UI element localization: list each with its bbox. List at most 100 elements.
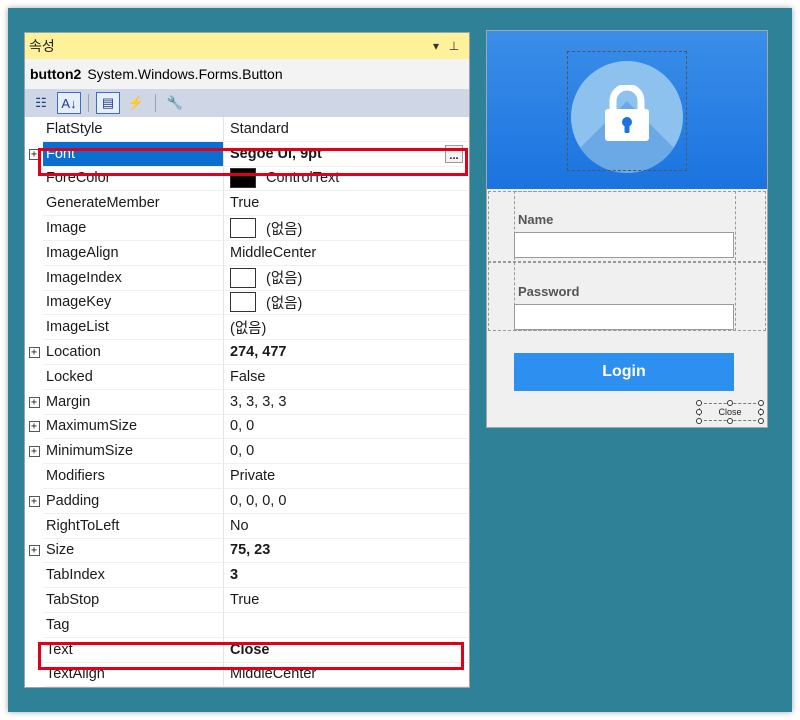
properties-title-bar: 속성 ▾ ⊥ [25, 33, 469, 59]
row-gutter [25, 588, 43, 613]
properties-icon[interactable]: ▤ [96, 92, 120, 114]
resize-handle[interactable] [758, 400, 764, 406]
property-row[interactable]: + MinimumSize 0, 0 [25, 439, 469, 465]
property-row[interactable]: ImageAlign MiddleCenter [25, 240, 469, 266]
login-button[interactable]: Login [514, 353, 734, 391]
property-value[interactable]: 75, 23 [223, 538, 469, 564]
property-value[interactable]: (없음) [223, 216, 469, 241]
property-value-text: 3, 3, 3, 3 [230, 393, 287, 410]
name-field[interactable] [514, 232, 734, 258]
row-gutter [25, 291, 43, 316]
property-row[interactable]: + Size 75, 23 [25, 538, 469, 564]
property-row[interactable]: Locked False [25, 364, 469, 390]
property-row[interactable]: TabIndex 3 [25, 563, 469, 589]
expand-icon[interactable]: + [25, 390, 43, 415]
expand-icon[interactable]: + [25, 415, 43, 440]
categorized-icon[interactable]: ☷ [29, 92, 53, 114]
toolbar-separator [88, 94, 89, 112]
property-value[interactable]: MiddleCenter [223, 240, 469, 266]
row-gutter [25, 216, 43, 241]
property-name: FlatStyle [43, 117, 223, 142]
property-value[interactable]: False [223, 364, 469, 390]
property-value[interactable]: (없음) [223, 290, 469, 316]
property-value[interactable]: 3, 3, 3, 3 [223, 389, 469, 415]
row-gutter [25, 464, 43, 489]
property-name: Modifiers [43, 464, 223, 489]
property-value-text: Private [230, 468, 276, 485]
property-name: ImageList [43, 315, 223, 341]
property-row[interactable]: ImageIndex (없음) [25, 265, 469, 291]
password-label: Password [518, 284, 580, 299]
toolbar-separator [155, 94, 156, 112]
property-value[interactable]: 0, 0 [223, 414, 469, 440]
property-row[interactable]: + Margin 3, 3, 3, 3 [25, 389, 469, 415]
color-swatch [230, 218, 256, 239]
property-value[interactable]: (없음) [223, 315, 469, 341]
resize-handle[interactable] [727, 418, 733, 424]
property-value[interactable] [223, 612, 469, 638]
resize-handle[interactable] [696, 418, 702, 424]
expand-icon[interactable]: + [25, 340, 43, 365]
resize-handle[interactable] [696, 400, 702, 406]
property-row[interactable]: + MaximumSize 0, 0 [25, 414, 469, 440]
pin-icon[interactable]: ⊥ [445, 39, 463, 53]
object-type: System.Windows.Forms.Button [87, 66, 283, 82]
row-gutter [25, 613, 43, 638]
property-value-text: True [230, 592, 260, 609]
property-value-text: False [230, 368, 266, 385]
property-value[interactable]: 0, 0 [223, 439, 469, 465]
property-grid: FlatStyle Standard + Font Segoe UI, 9pt... Fo… [25, 117, 469, 687]
property-row[interactable]: RightToLeft No [25, 513, 469, 539]
resize-handle[interactable] [696, 409, 702, 415]
property-row[interactable]: + Padding 0, 0, 0, 0 [25, 488, 469, 514]
expand-icon[interactable]: + [25, 539, 43, 564]
property-value[interactable]: Private [223, 464, 469, 489]
property-value[interactable]: No [223, 513, 469, 539]
resize-handle[interactable] [758, 418, 764, 424]
property-value[interactable]: True [223, 588, 469, 613]
lock-icon [605, 85, 649, 141]
property-name: RightToLeft [43, 514, 223, 539]
resize-handle[interactable] [727, 400, 733, 406]
events-icon[interactable]: ⚡ [124, 92, 148, 114]
properties-title: 속성 [29, 38, 55, 54]
property-row[interactable]: ImageList (없음) [25, 315, 469, 341]
object-selector[interactable]: button2 System.Windows.Forms.Button [25, 59, 469, 89]
plus-icon: + [28, 396, 40, 408]
dropdown-arrow-icon[interactable]: ▾ [427, 39, 445, 53]
property-name: ImageAlign [43, 241, 223, 266]
property-value[interactable]: 3 [223, 563, 469, 589]
property-value[interactable]: 274, 477 [223, 340, 469, 365]
expand-icon[interactable]: + [25, 489, 43, 514]
alphabetical-icon[interactable]: A↓ [57, 92, 81, 114]
property-row[interactable]: + Location 274, 477 [25, 340, 469, 365]
property-value[interactable]: 0, 0, 0, 0 [223, 488, 469, 514]
property-name: ImageIndex [43, 266, 223, 291]
property-row[interactable]: Modifiers Private [25, 464, 469, 489]
property-value[interactable]: (없음) [223, 265, 469, 291]
property-row[interactable]: ImageKey (없음) [25, 290, 469, 316]
expand-icon[interactable]: + [25, 439, 43, 464]
property-name: Location [43, 340, 223, 365]
property-name: Image [43, 216, 223, 241]
property-pages-icon[interactable]: 🔧 [163, 92, 187, 114]
resize-handle[interactable] [758, 409, 764, 415]
row-gutter [25, 365, 43, 390]
password-field[interactable] [514, 304, 734, 330]
plus-icon: + [28, 495, 40, 507]
properties-window: 속성 ▾ ⊥ button2 System.Windows.Forms.Butt… [24, 32, 470, 688]
property-value-text: True [230, 195, 260, 212]
property-name: MinimumSize [43, 439, 223, 465]
property-row[interactable]: Image (없음) [25, 216, 469, 241]
property-value[interactable]: Standard [223, 117, 469, 142]
property-row[interactable]: Tag [25, 612, 469, 638]
property-row[interactable]: FlatStyle Standard [25, 117, 469, 142]
plus-icon: + [28, 446, 40, 458]
property-row[interactable]: TabStop True [25, 588, 469, 613]
property-row[interactable]: GenerateMember True [25, 191, 469, 217]
row-gutter [25, 514, 43, 539]
property-name: Margin [43, 390, 223, 415]
color-swatch [230, 292, 256, 313]
property-name: Size [43, 539, 223, 564]
property-value[interactable]: True [223, 191, 469, 217]
